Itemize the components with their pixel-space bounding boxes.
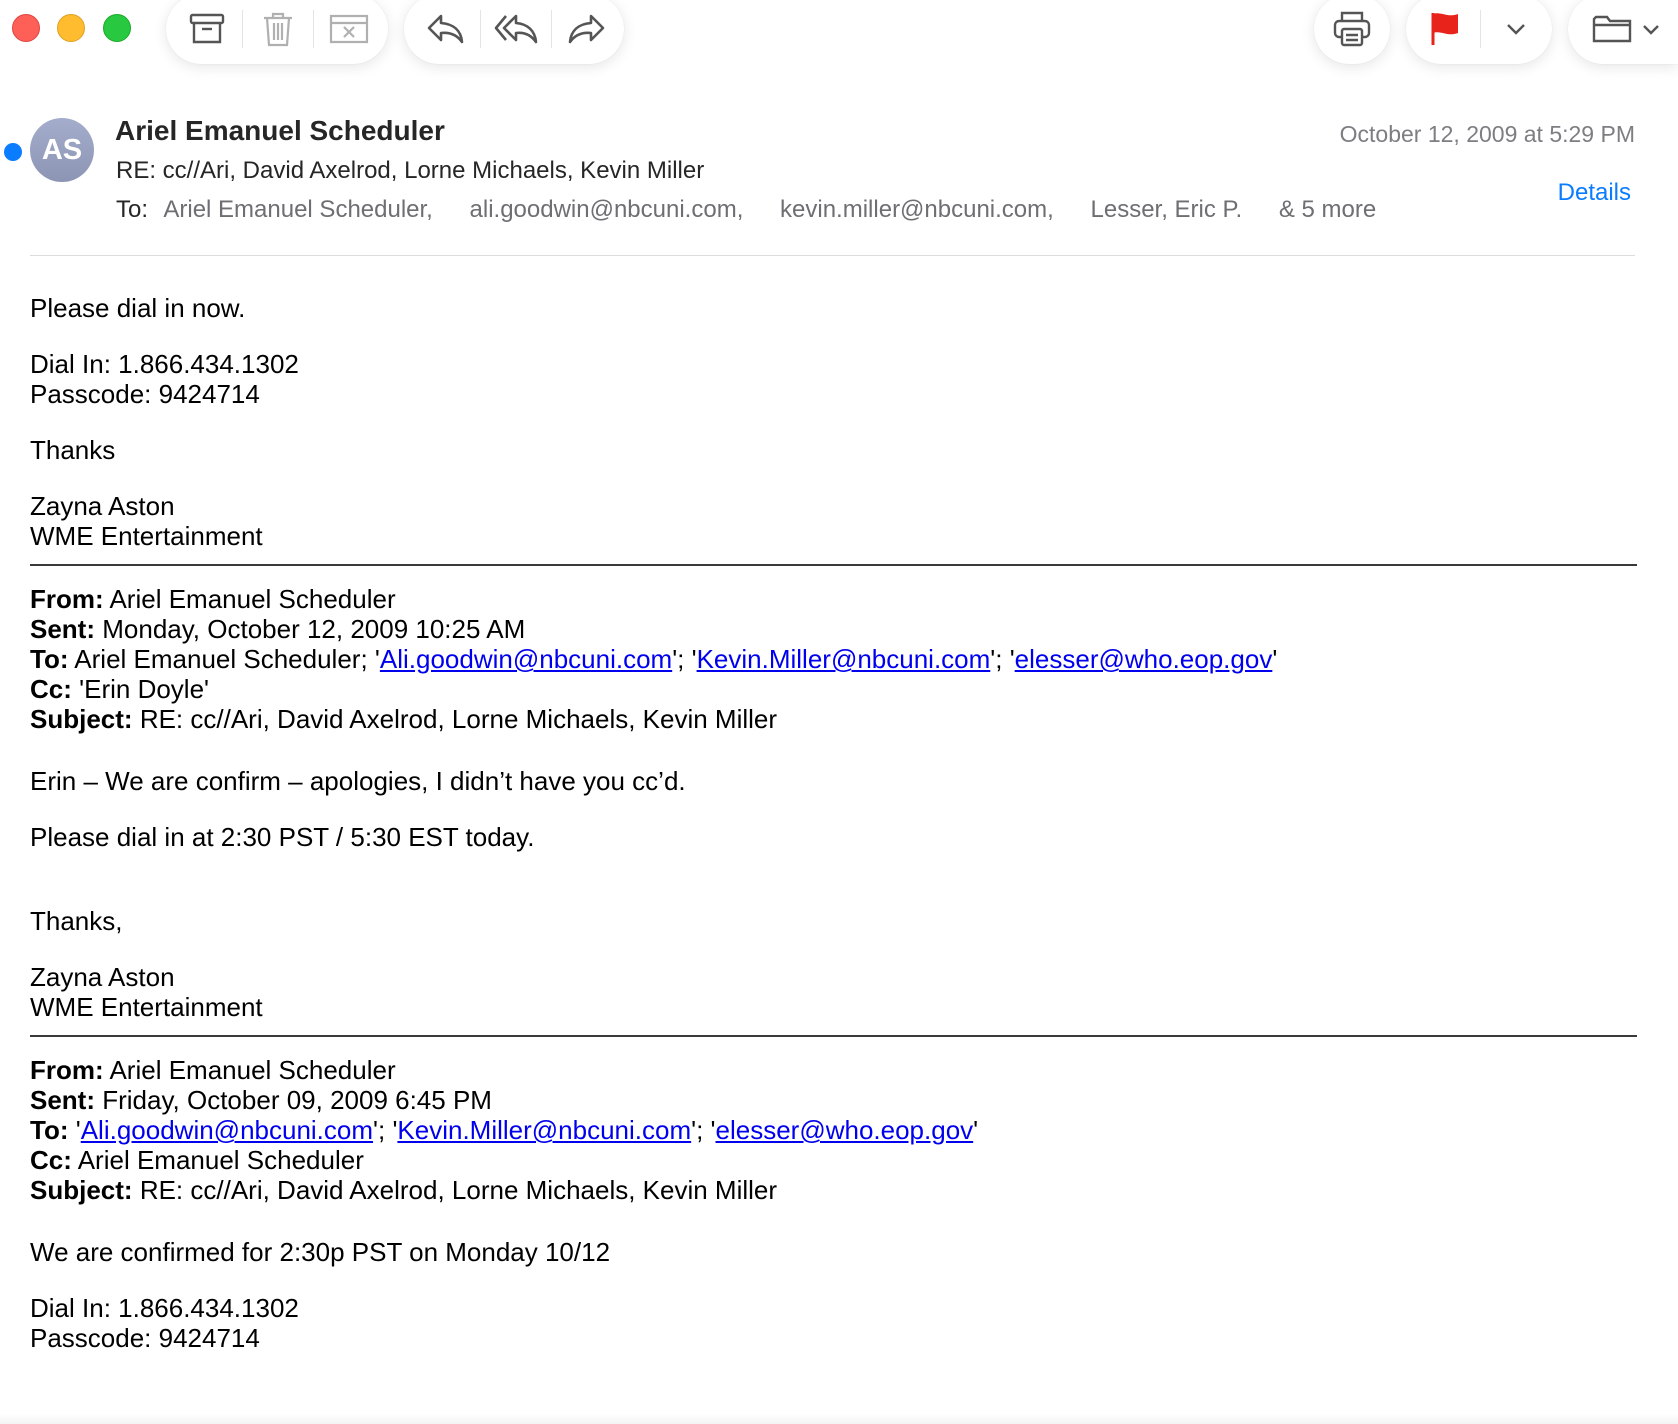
junk-button[interactable] <box>314 0 384 59</box>
trash-icon <box>264 12 292 47</box>
reply-icon <box>427 14 464 44</box>
unread-indicator <box>4 143 22 161</box>
folder-icon <box>1592 15 1632 43</box>
email-link[interactable]: elesser@who.eop.gov <box>1015 644 1273 674</box>
archive-button[interactable] <box>172 0 242 59</box>
flag-menu-button[interactable] <box>1481 0 1551 59</box>
quote-subject: Subject: RE: cc//Ari, David Axelrod, Lor… <box>30 704 778 734</box>
sender-name[interactable]: Ariel Emanuel Scheduler <box>115 115 445 147</box>
delete-button[interactable] <box>243 0 313 59</box>
email-link[interactable]: Kevin.Miller@nbcuni.com <box>697 644 991 674</box>
to-label: To: <box>116 196 149 223</box>
recipient[interactable]: ali.goodwin@nbcuni.com, <box>470 196 744 223</box>
recipient[interactable]: Ariel Emanuel Scheduler, <box>163 196 432 223</box>
print-icon <box>1333 11 1371 47</box>
recipients-line: To: Ariel Emanuel Scheduler, ali.goodwin… <box>116 196 1376 224</box>
quote-sent: Sent: Friday, October 09, 2009 6:45 PM <box>30 1085 492 1115</box>
header-divider <box>30 255 1635 256</box>
body-text: We are confirmed for 2:30p PST on Monday… <box>30 1237 611 1267</box>
forward-button[interactable] <box>552 0 622 59</box>
message-actions-group <box>166 0 388 64</box>
more-recipients-link[interactable]: & 5 more <box>1279 196 1376 223</box>
recipient[interactable]: Lesser, Eric P. <box>1091 196 1243 223</box>
chevron-down-icon <box>1643 24 1659 35</box>
reply-all-icon <box>494 14 538 44</box>
minimize-window-button[interactable] <box>57 14 85 42</box>
signature-name: Zayna Aston <box>30 962 175 992</box>
quote-subject: Subject: RE: cc//Ari, David Axelrod, Lor… <box>30 1175 778 1205</box>
flag-icon <box>1431 13 1458 45</box>
message-subject: RE: cc//Ari, David Axelrod, Lorne Michae… <box>116 157 705 184</box>
body-text: Thanks <box>30 435 116 465</box>
print-group <box>1314 0 1390 64</box>
print-button[interactable] <box>1317 0 1387 59</box>
avatar: AS <box>30 118 94 182</box>
body-text: Passcode: 9424714 <box>30 379 260 409</box>
forward-icon <box>568 14 605 44</box>
zoom-window-button[interactable] <box>103 14 131 42</box>
chevron-down-icon <box>1507 24 1525 35</box>
flag-group <box>1406 0 1552 64</box>
quote-from: From: Ariel Emanuel Scheduler <box>30 1055 396 1085</box>
reply-actions-group <box>404 0 624 64</box>
quote-to: To: 'Ali.goodwin@nbcuni.com'; 'Kevin.Mil… <box>30 1115 979 1145</box>
close-window-button[interactable] <box>12 14 40 42</box>
move-to-folder-button[interactable] <box>1578 0 1674 59</box>
email-link[interactable]: Ali.goodwin@nbcuni.com <box>380 644 672 674</box>
window-bottom-edge <box>0 1414 1678 1424</box>
body-text: Passcode: 9424714 <box>30 1323 260 1353</box>
quote-to: To: Ariel Emanuel Scheduler; 'Ali.goodwi… <box>30 644 1278 674</box>
email-link[interactable]: elesser@who.eop.gov <box>716 1115 974 1145</box>
quote-from: From: Ariel Emanuel Scheduler <box>30 584 396 614</box>
body-text: Erin – We are confirm – apologies, I did… <box>30 766 686 796</box>
reply-all-button[interactable] <box>481 0 551 59</box>
reply-button[interactable] <box>410 0 480 59</box>
quote-cc: Cc: 'Erin Doyle' <box>30 674 210 704</box>
recipient[interactable]: kevin.miller@nbcuni.com, <box>780 196 1054 223</box>
body-text: Dial In: 1.866.434.1302 <box>30 349 299 379</box>
body-text: Please dial in at 2:30 PST / 5:30 EST to… <box>30 822 535 852</box>
flag-button[interactable] <box>1410 0 1480 59</box>
junk-icon <box>329 14 369 44</box>
signature-company: WME Entertainment <box>30 521 263 551</box>
quote-cc: Cc: Ariel Emanuel Scheduler <box>30 1145 364 1175</box>
details-link[interactable]: Details <box>1558 179 1631 207</box>
body-text: Please dial in now. <box>30 293 246 323</box>
email-link[interactable]: Ali.goodwin@nbcuni.com <box>81 1115 373 1145</box>
signature-name: Zayna Aston <box>30 491 175 521</box>
message-date: October 12, 2009 at 5:29 PM <box>1339 121 1635 147</box>
quote-sent: Sent: Monday, October 12, 2009 10:25 AM <box>30 614 526 644</box>
archive-icon <box>189 13 225 44</box>
body-text: Dial In: 1.866.434.1302 <box>30 1293 299 1323</box>
signature-company: WME Entertainment <box>30 992 263 1022</box>
body-text: Thanks, <box>30 906 123 936</box>
toolbar <box>0 0 1678 72</box>
message-body: Please dial in now. Dial In: 1.866.434.1… <box>30 293 1640 1353</box>
email-link[interactable]: Kevin.Miller@nbcuni.com <box>397 1115 691 1145</box>
move-group <box>1568 0 1678 64</box>
